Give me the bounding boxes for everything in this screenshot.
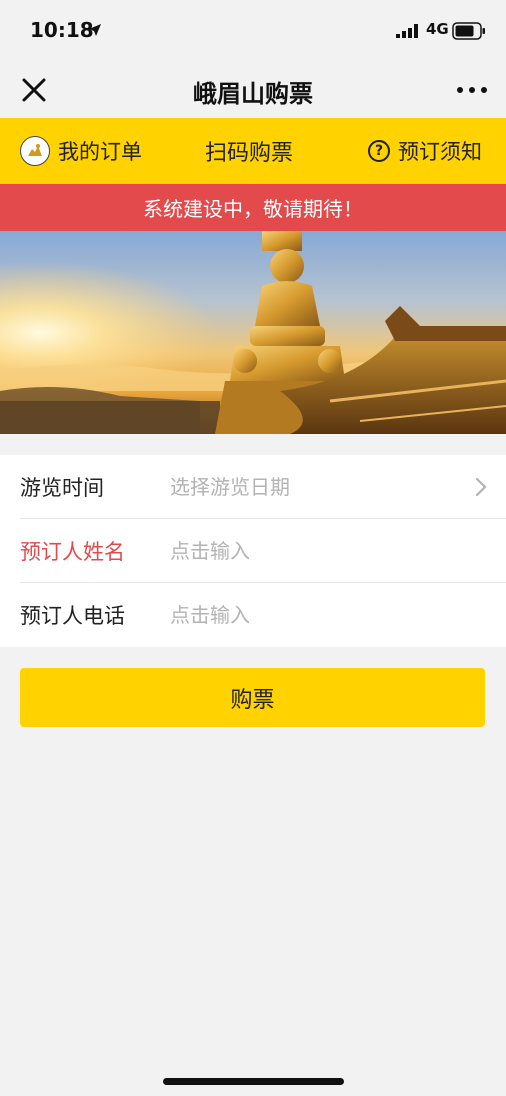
visit-date-field[interactable] — [170, 469, 470, 505]
my-orders-button[interactable]: 我的订单 — [20, 118, 142, 184]
booking-notice-button[interactable]: ? 预订须知 — [368, 118, 482, 184]
status-bar: 10:18 4G — [0, 0, 506, 62]
status-time: 10:18 — [30, 18, 94, 42]
location-arrow-icon — [89, 24, 101, 36]
question-icon: ? — [368, 140, 390, 162]
notice-banner-text: 系统建设中，敬请期待！ — [143, 197, 363, 221]
booker-name-label: 预订人姓名 — [20, 540, 125, 564]
booker-phone-field[interactable] — [170, 597, 470, 633]
battery-icon — [452, 22, 485, 40]
nav-bar: 峨眉山购票 — [0, 62, 506, 118]
page-title: 峨眉山购票 — [193, 80, 313, 108]
scan-ticket-button[interactable]: 扫码购票 — [205, 118, 293, 184]
booker-phone-row: 预订人电话 — [0, 583, 506, 647]
scan-ticket-label: 扫码购票 — [205, 141, 294, 166]
more-icon[interactable] — [452, 74, 492, 106]
home-indicator[interactable] — [163, 1078, 344, 1085]
booker-name-row: 预订人姓名 — [0, 519, 506, 583]
hero-image — [0, 231, 506, 434]
order-badge-icon — [20, 136, 50, 166]
booker-name-field[interactable] — [170, 533, 470, 569]
visit-date-row[interactable]: 游览时间 — [0, 455, 506, 519]
booking-form: 游览时间 预订人姓名 预订人电话 — [0, 455, 506, 647]
booker-phone-label: 预订人电话 — [20, 604, 125, 628]
golden-buddha-photo-icon — [0, 231, 506, 434]
booking-notice-label: 预订须知 — [398, 140, 482, 164]
toolbar: 我的订单 扫码购票 ? 预订须知 — [0, 118, 506, 184]
notice-banner: 系统建设中，敬请期待！ — [0, 184, 506, 231]
visit-date-label: 游览时间 — [20, 476, 104, 500]
network-label: 4G — [426, 20, 449, 38]
my-orders-label: 我的订单 — [58, 140, 142, 164]
signal-icon — [396, 24, 418, 38]
chevron-right-icon — [475, 477, 487, 497]
buy-ticket-button[interactable]: 购票 — [20, 668, 485, 727]
